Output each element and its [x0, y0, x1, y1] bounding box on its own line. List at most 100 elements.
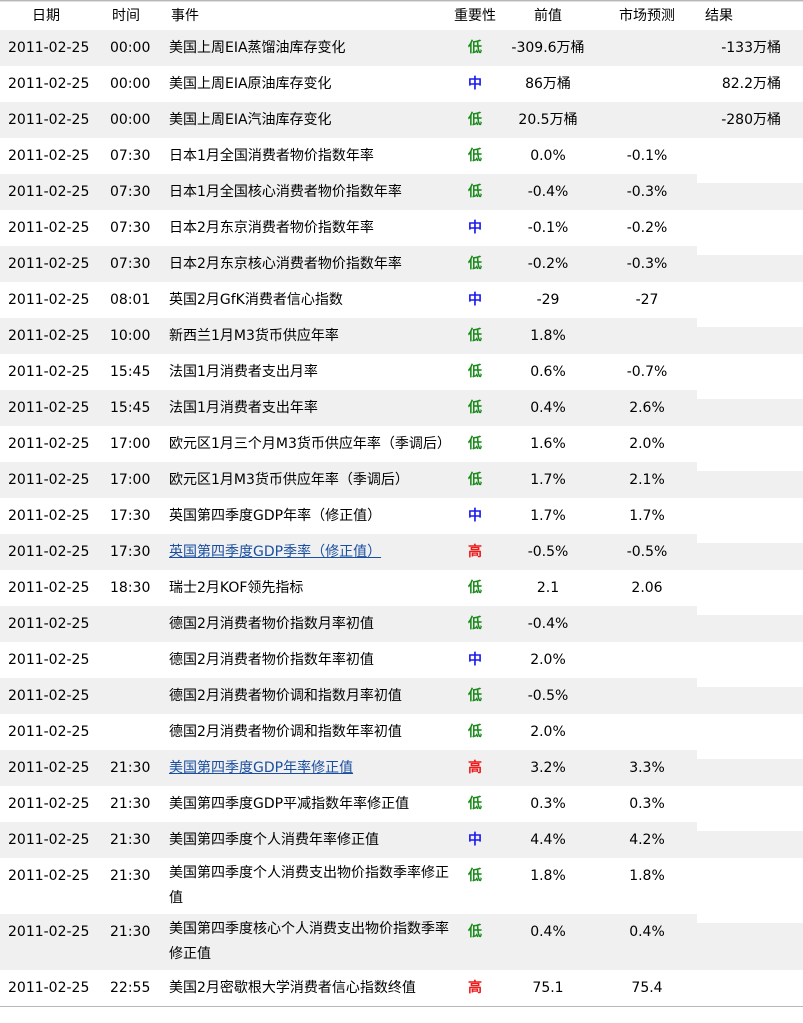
- importance-badge: 低: [468, 328, 482, 344]
- row-actual: [697, 642, 803, 651]
- row-forecast: [597, 642, 697, 651]
- row-actual: -133万桶: [721, 40, 781, 56]
- importance-badge: 低: [468, 688, 482, 704]
- row-event: 德国2月消费者物价调和指数年率初值: [169, 724, 402, 740]
- row-event: 德国2月消费者物价指数月率初值: [169, 616, 374, 632]
- row-date: 2011-02-25: [8, 328, 90, 344]
- row-time: 17:00: [110, 472, 151, 488]
- header-event: 事件: [171, 8, 199, 24]
- row-previous: 2.0%: [530, 724, 566, 740]
- event-link[interactable]: 美国第四季度GDP年率修正值: [169, 760, 353, 776]
- row-time: 07:30: [110, 148, 151, 164]
- row-time: 00:00: [110, 40, 151, 56]
- row-previous: -0.5%: [527, 544, 569, 560]
- importance-badge: 低: [468, 868, 482, 884]
- row-actual: [697, 750, 803, 759]
- row-previous: -29: [536, 292, 560, 308]
- row-forecast: 0.4%: [629, 924, 665, 940]
- importance-badge: 中: [468, 76, 482, 92]
- row-date: 2011-02-25: [8, 868, 90, 884]
- row-date: 2011-02-25: [8, 148, 90, 164]
- row-forecast: -0.3%: [626, 256, 668, 272]
- table-row: 2011-02-25 00:00 美国上周EIA蒸馏油库存变化 低 -309.6万桶 -1…: [0, 30, 803, 66]
- row-actual: [697, 138, 803, 147]
- economic-calendar: 日期 时间 事件 重要性 前值 市场预测 结果 2011-02-25 00:00 美…: [0, 0, 803, 1007]
- row-time: 08:01: [110, 292, 151, 308]
- row-event: 欧元区1月三个月M3货币供应年率（季调后）: [169, 436, 451, 452]
- row-forecast: [597, 678, 697, 687]
- row-actual: [697, 714, 803, 723]
- table-row: 2011-02-25 德国2月消费者物价调和指数年率初值 低 2.0%: [0, 714, 803, 750]
- event-link[interactable]: 英国第四季度GDP季率（修正值）: [169, 544, 381, 560]
- row-previous: 1.7%: [530, 508, 566, 524]
- row-forecast: [597, 102, 697, 111]
- row-event: 新西兰1月M3货币供应年率: [169, 328, 339, 344]
- importance-badge: 低: [468, 616, 482, 632]
- row-previous: 20.5万桶: [518, 112, 578, 128]
- table-row: 2011-02-25 德国2月消费者物价指数月率初值 低 -0.4%: [0, 606, 803, 642]
- importance-badge: 高: [468, 980, 482, 996]
- row-actual: [697, 570, 803, 579]
- importance-badge: 低: [468, 924, 482, 940]
- table-row: 2011-02-25 00:00 美国上周EIA汽油库存变化 低 20.5万桶 -280万…: [0, 102, 803, 138]
- row-actual: [697, 354, 803, 363]
- row-forecast: 1.8%: [629, 868, 665, 884]
- header-time: 时间: [112, 8, 140, 24]
- table-row[interactable]: 2011-02-25 21:30 美国第四季度GDP年率修正值 高 3.2% 3.3%: [0, 750, 803, 786]
- row-event: 日本2月东京核心消费者物价指数年率: [169, 256, 402, 272]
- row-previous: 0.0%: [530, 148, 566, 164]
- row-forecast: [597, 30, 697, 39]
- row-previous: 1.7%: [530, 472, 566, 488]
- row-date: 2011-02-25: [8, 256, 90, 272]
- row-time: 21:30: [110, 760, 151, 776]
- row-actual: [697, 462, 803, 471]
- table-row: 2011-02-25 10:00 新西兰1月M3货币供应年率 低 1.8%: [0, 318, 803, 354]
- header-previous: 前值: [534, 8, 562, 24]
- row-previous: 1.8%: [530, 328, 566, 344]
- importance-badge: 中: [468, 832, 482, 848]
- table-row: 2011-02-25 德国2月消费者物价指数年率初值 中 2.0%: [0, 642, 803, 678]
- row-event: 法国1月消费者支出月率: [169, 364, 318, 380]
- row-actual: [697, 534, 803, 543]
- table-row: 2011-02-25 21:30 美国第四季度个人消费年率修正值 中 4.4% 4.2%: [0, 822, 803, 858]
- row-forecast: -0.1%: [626, 148, 668, 164]
- header-importance: 重要性: [454, 8, 496, 24]
- row-event: 美国第四季度核心个人消费支出物价指数季率修正值: [169, 921, 449, 962]
- row-forecast: -27: [635, 292, 659, 308]
- table-row: 2011-02-25 18:30 瑞士2月KOF领先指标 低 2.1 2.06: [0, 570, 803, 606]
- row-previous: -0.2%: [527, 256, 569, 272]
- row-forecast: -0.3%: [626, 184, 668, 200]
- row-event: 美国第四季度GDP平减指数年率修正值: [169, 796, 410, 812]
- row-date: 2011-02-25: [8, 616, 90, 632]
- importance-badge: 低: [468, 472, 482, 488]
- row-time: 00:00: [110, 76, 151, 92]
- row-actual: [697, 858, 803, 867]
- row-event: 美国上周EIA原油库存变化: [169, 76, 332, 92]
- row-date: 2011-02-25: [8, 832, 90, 848]
- row-event: 法国1月消费者支出年率: [169, 400, 318, 416]
- row-previous: 1.8%: [530, 868, 566, 884]
- table-row: 2011-02-25 17:30 英国第四季度GDP年率（修正值） 中 1.7% 1.7%: [0, 498, 803, 534]
- row-time: [108, 606, 169, 615]
- row-time: [108, 714, 169, 723]
- row-event: 英国2月GfK消费者信心指数: [169, 292, 343, 308]
- row-actual: [697, 246, 803, 255]
- row-forecast: [597, 606, 697, 615]
- row-time: 18:30: [110, 580, 151, 596]
- row-actual: [697, 678, 803, 687]
- row-previous: 2.0%: [530, 652, 566, 668]
- row-actual: [697, 498, 803, 507]
- row-actual: [697, 426, 803, 435]
- importance-badge: 低: [468, 184, 482, 200]
- table-row[interactable]: 2011-02-25 17:30 英国第四季度GDP季率（修正值） 高 -0.5% -0.…: [0, 534, 803, 570]
- row-previous: -309.6万桶: [511, 40, 585, 56]
- row-forecast: -0.7%: [626, 364, 668, 380]
- importance-badge: 低: [468, 436, 482, 452]
- row-date: 2011-02-25: [8, 292, 90, 308]
- importance-badge: 低: [468, 400, 482, 416]
- row-date: 2011-02-25: [8, 184, 90, 200]
- header-date: 日期: [32, 8, 60, 24]
- row-event: 日本1月全国消费者物价指数年率: [169, 148, 374, 164]
- table-row: 2011-02-25 22:55 美国2月密歇根大学消费者信心指数终值 高 75.1 75…: [0, 970, 803, 1006]
- importance-badge: 低: [468, 580, 482, 596]
